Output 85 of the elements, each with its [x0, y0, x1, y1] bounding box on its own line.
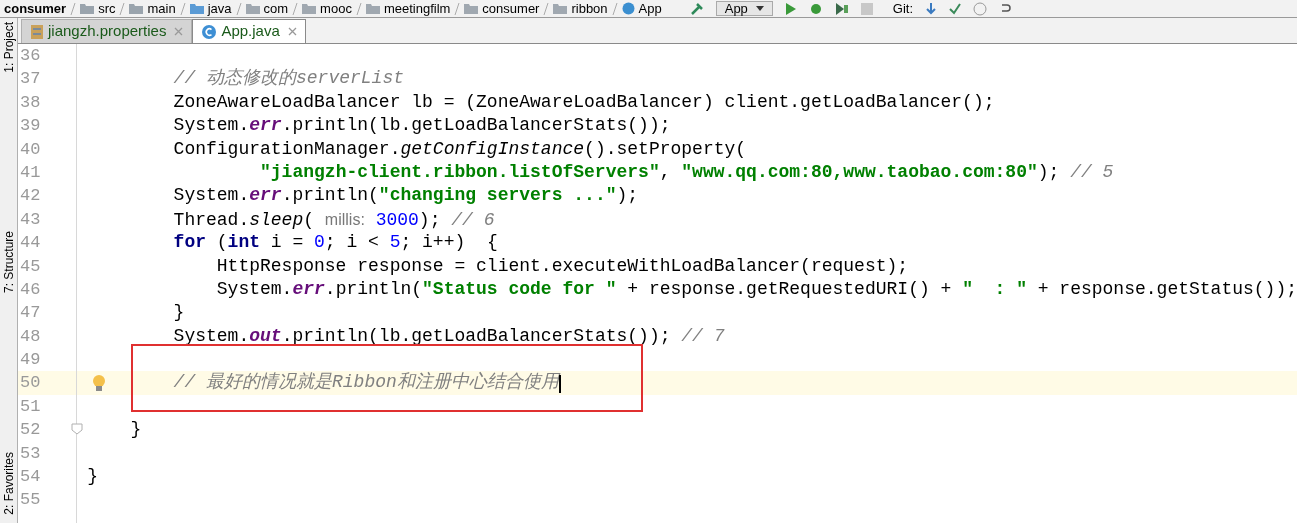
separator-icon	[70, 2, 77, 15]
debug-icon[interactable]	[808, 2, 823, 15]
code-line: System.err.println("changing servers ...");	[173, 185, 639, 206]
line-number: 55	[20, 490, 41, 510]
code-line: ConfigurationManager.getConfigInstance().setProperty(	[173, 138, 747, 159]
close-icon[interactable]	[174, 27, 184, 36]
line-number: 54	[20, 467, 41, 487]
separator-icon	[179, 2, 186, 15]
breadcrumb-item[interactable]: java	[207, 2, 232, 15]
class-icon	[621, 2, 635, 15]
line-number: 40	[20, 139, 41, 159]
properties-file-icon	[30, 23, 44, 40]
line-number: 36	[20, 46, 41, 65]
breadcrumb-item[interactable]: ribbon	[571, 2, 608, 15]
code-line: HttpResponse response = client.executeWithLoadBalancer(request);	[216, 255, 909, 276]
breadcrumb-item[interactable]: consumer	[482, 2, 540, 15]
coverage-icon[interactable]	[834, 2, 849, 15]
separator-icon	[355, 2, 362, 15]
line-number: 49	[20, 350, 41, 370]
breadcrumb-item[interactable]: consumer	[4, 2, 67, 15]
breadcrumb-item[interactable]: mooc	[320, 2, 352, 15]
separator-icon	[235, 2, 242, 15]
code-line: for (int i = 0; i < 5; i++) {	[173, 232, 498, 253]
breadcrumb-item[interactable]: src	[98, 2, 116, 15]
folder-icon	[302, 3, 317, 14]
line-number: 48	[20, 326, 41, 346]
line-number: 42	[20, 186, 41, 206]
code-line: // 最好的情况就是Ribbon和注册中心结合使用	[173, 372, 559, 393]
folder-icon	[80, 3, 95, 14]
line-number: 44	[20, 233, 41, 253]
caret-icon	[755, 6, 764, 11]
line-number: 46	[20, 279, 41, 299]
separator-icon	[292, 2, 299, 15]
close-icon[interactable]	[287, 27, 297, 36]
line-number: 41	[20, 162, 41, 182]
folder-icon	[365, 3, 380, 14]
side-tab[interactable]: 7: Structure	[0, 231, 18, 294]
line-number: 53	[20, 443, 41, 463]
code-line: ZoneAwareLoadBalancer lb = (ZoneAwareLoadBalancer) client.getLoadBalancer();	[173, 91, 995, 112]
run-icon[interactable]	[784, 2, 797, 15]
code-line: }	[173, 302, 185, 323]
separator-icon	[454, 2, 461, 15]
clock-icon[interactable]	[973, 1, 988, 16]
code-line: Thread.sleep( millis: 3000); // 6	[173, 209, 495, 230]
separator-icon	[543, 2, 550, 15]
folder-icon	[464, 3, 479, 14]
code-line: System.out.println(lb.getLoadBalancerStats()); // 7	[173, 325, 725, 346]
line-number: 39	[20, 116, 41, 136]
code-line: System.err.println("Status code for " + response.getRequestedURI() + " : " + response.getStatus());	[216, 278, 1297, 299]
folder-icon	[553, 3, 568, 14]
code-line: System.err.println(lb.getLoadBalancerStats());	[173, 115, 671, 136]
code-line: // 动态修改的serverList	[173, 68, 405, 89]
undo-icon[interactable]	[999, 2, 1012, 15]
separator-icon	[611, 2, 618, 15]
code-line: }	[87, 466, 98, 487]
class-icon	[201, 23, 218, 40]
breadcrumb-item[interactable]: com	[263, 2, 289, 15]
folder-icon	[245, 3, 260, 14]
folder-icon	[189, 3, 204, 14]
separator-icon	[119, 2, 126, 15]
editor-tab[interactable]: jiangzh.properties	[21, 19, 193, 43]
code-line: "jiangzh-client.ribbon.listOfServers", "www.qq.com:80,www.taobao.com:80"); // 5	[260, 161, 1114, 182]
side-tab[interactable]: 2: Favorites	[0, 452, 18, 515]
line-number: 43	[20, 209, 41, 229]
breadcrumb-item[interactable]: meetingfilm	[383, 2, 451, 15]
line-number: 37	[20, 69, 41, 89]
line-number: 52	[20, 420, 41, 440]
hammer-icon[interactable]	[689, 1, 704, 16]
editor-tab[interactable]: App.java	[192, 19, 306, 43]
line-number: 51	[20, 396, 41, 416]
code-line: }	[130, 419, 142, 440]
checkmark-icon[interactable]	[949, 2, 962, 15]
run-config-dropdown[interactable]: App	[715, 1, 773, 16]
folder-icon	[129, 3, 144, 14]
vcs-label: Git:	[892, 2, 914, 15]
breadcrumb-item[interactable]: App	[638, 2, 662, 15]
breadcrumb-item[interactable]: main	[147, 2, 176, 15]
line-number: 38	[20, 92, 41, 112]
fold-marker-icon[interactable]	[71, 423, 84, 436]
line-number: 45	[20, 256, 41, 276]
line-number: 47	[20, 303, 41, 323]
line-number: 50	[20, 373, 41, 393]
lightbulb-icon[interactable]	[91, 374, 108, 393]
side-tab[interactable]: 1: Project	[0, 22, 18, 73]
update-icon[interactable]	[925, 2, 938, 15]
